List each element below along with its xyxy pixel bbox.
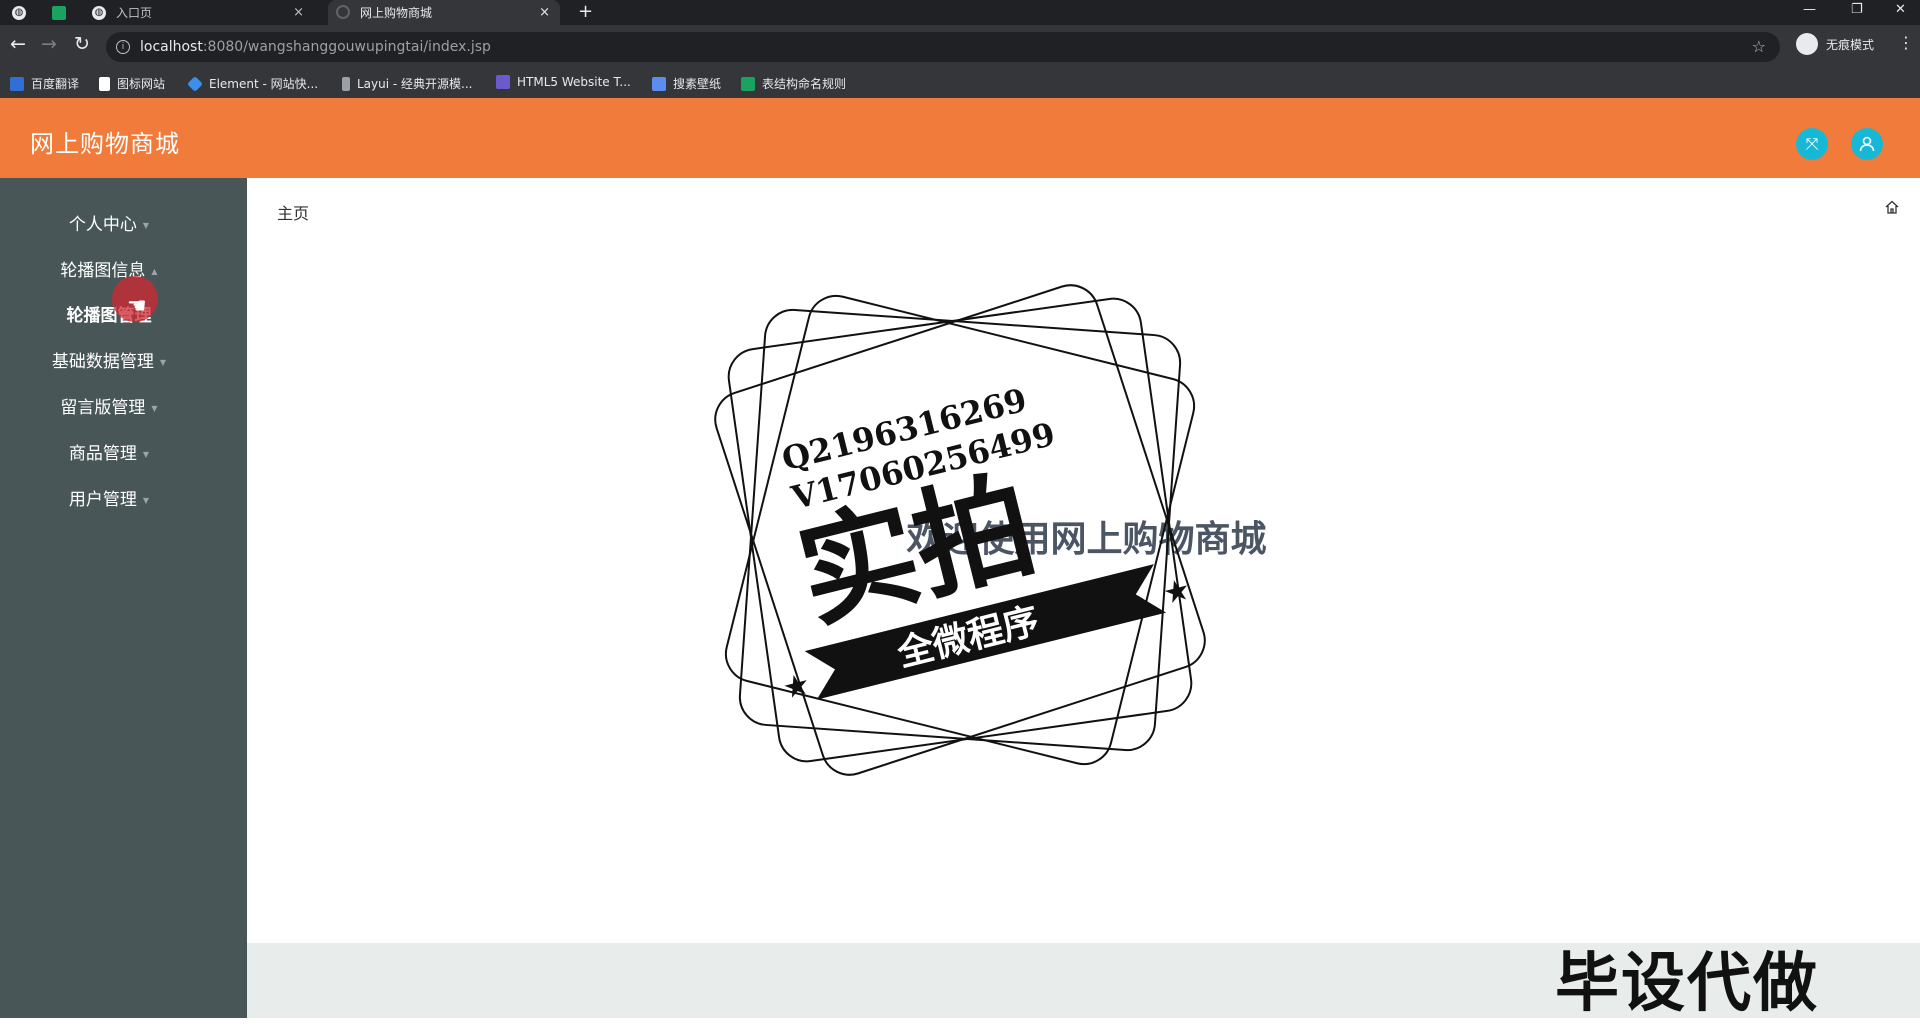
watermark-bottom-text: 毕设代做	[1555, 947, 1819, 1021]
sidebar-item-personal-center[interactable]: 个人中心 ▼	[0, 210, 218, 235]
breadcrumb[interactable]: 主页	[277, 200, 309, 224]
bookmark-baidu-translate[interactable]: 百度翻译	[10, 75, 79, 92]
flag-icon	[99, 76, 110, 91]
bookmark-star-icon[interactable]: ☆	[1752, 37, 1766, 56]
bookmark-table-naming[interactable]: 表结构命名规则	[741, 75, 846, 92]
browser-tab-entry[interactable]: ◍ 入口页 ×	[92, 0, 314, 25]
sidebar-item-users[interactable]: 用户管理 ▼	[0, 485, 218, 510]
sidebar-item-products[interactable]: 商品管理 ▼	[0, 439, 218, 464]
back-button[interactable]: ←	[10, 35, 26, 54]
bookmark-wallpaper[interactable]: 搜素壁纸	[652, 75, 721, 92]
html5-logo-icon	[496, 75, 510, 89]
url-text[interactable]: localhost:8080/wangshanggouwupingtai/ind…	[140, 39, 491, 55]
home-icon[interactable]	[1884, 199, 1900, 215]
incognito-icon	[1796, 33, 1818, 55]
new-tab-button[interactable]: +	[578, 1, 593, 22]
bookmark-label: Layui - 经典开源模...	[357, 77, 473, 91]
tab-label: 入口页	[116, 6, 153, 20]
close-window-button[interactable]: ✕	[1895, 2, 1906, 17]
fullscreen-button[interactable]: ⤧	[1796, 128, 1828, 160]
globe-icon: ◍	[12, 5, 26, 20]
minimize-button[interactable]: —	[1803, 2, 1816, 17]
chevron-down-icon: ▼	[159, 357, 167, 367]
browser-toolbar: ← → ↻ i localhost:8080/wangshanggouwupin…	[0, 25, 1920, 68]
user-icon	[1859, 136, 1875, 152]
sidebar-item-label: 基础数据管理	[51, 352, 154, 372]
wallpaper-logo-icon	[652, 76, 666, 91]
browser-menu-icon[interactable]: ⋮	[1898, 33, 1914, 52]
hand-cursor-icon: ☚	[127, 294, 147, 319]
bookmark-label: 图标网站	[117, 77, 166, 91]
bookmark-label: HTML5 Website T...	[517, 75, 631, 89]
browser-tab-strip: ◍ ◍ 入口页 × 网上购物商城 × + — ❐ ✕	[0, 0, 1920, 25]
browser-tab[interactable]	[52, 0, 76, 25]
sidebar-subitem-carousel-manage[interactable]: 轮播图管理	[0, 301, 218, 326]
chevron-down-icon: ▼	[142, 220, 150, 230]
chevron-down-icon: ▼	[142, 495, 150, 505]
star-icon: ★	[1160, 572, 1195, 612]
loading-icon	[336, 5, 350, 19]
globe-icon: ◍	[92, 5, 106, 20]
bookmark-html5-templates[interactable]: HTML5 Website T...	[496, 75, 631, 89]
user-avatar-button[interactable]	[1851, 128, 1883, 160]
address-bar[interactable]: i localhost:8080/wangshanggouwupingtai/i…	[106, 32, 1780, 62]
bookmark-label: Element - 网站快...	[209, 77, 319, 91]
incognito-label: 无痕模式	[1826, 37, 1875, 52]
incognito-indicator[interactable]: 无痕模式	[1796, 33, 1874, 55]
bookmark-element[interactable]: Element - 网站快...	[187, 75, 319, 92]
browser-tab[interactable]: ◍	[12, 0, 36, 25]
bookmark-icon	[10, 76, 24, 91]
app-title: 网上购物商城	[30, 130, 180, 158]
watermark-stamp: Q2196316269 V17060256499 实拍 全微程序 ★ ★	[714, 284, 1206, 776]
browser-tab-active[interactable]: 网上购物商城 ×	[328, 0, 560, 25]
sidebar-item-label: 用户管理	[68, 490, 137, 510]
restore-button[interactable]: ❐	[1851, 2, 1863, 17]
sidebar-item-basic-data[interactable]: 基础数据管理 ▼	[0, 347, 218, 372]
site-info-icon[interactable]: i	[116, 40, 130, 54]
app-header: 网上购物商城 ⤧	[0, 98, 1920, 178]
sheet-icon	[741, 76, 755, 91]
fullscreen-icon: ⤧	[1805, 134, 1819, 153]
element-logo-icon	[187, 75, 203, 92]
bookmark-label: 百度翻译	[31, 77, 80, 91]
sidebar-item-label: 留言版管理	[60, 398, 146, 418]
tab-label: 网上购物商城	[360, 6, 433, 20]
bookmark-icon-site[interactable]: 图标网站	[99, 75, 165, 92]
tab-close-icon[interactable]: ×	[539, 5, 550, 20]
bookmark-label: 搜素壁纸	[673, 77, 722, 91]
forward-button[interactable]: →	[41, 35, 57, 54]
layui-logo-icon	[342, 76, 350, 91]
reload-button[interactable]: ↻	[74, 35, 90, 54]
tab-close-icon[interactable]: ×	[293, 5, 304, 20]
bookmark-layui[interactable]: Layui - 经典开源模...	[342, 75, 472, 92]
chevron-down-icon: ▼	[151, 403, 158, 413]
bookmark-label: 表结构命名规则	[762, 77, 847, 91]
star-icon: ★	[779, 666, 814, 706]
sheet-icon	[52, 5, 66, 20]
sidebar-item-label: 商品管理	[68, 444, 137, 464]
bookmarks-bar: 百度翻译 图标网站 Element - 网站快... Layui - 经典开源模…	[0, 68, 1920, 99]
sidebar-item-message-board[interactable]: 留言版管理 ▼	[0, 393, 218, 418]
chevron-up-icon: ▲	[151, 266, 158, 276]
chevron-down-icon: ▼	[142, 449, 150, 459]
sidebar-item-carousel-info[interactable]: 轮播图信息 ▲	[0, 256, 218, 281]
sidebar-item-label: 个人中心	[68, 215, 137, 235]
